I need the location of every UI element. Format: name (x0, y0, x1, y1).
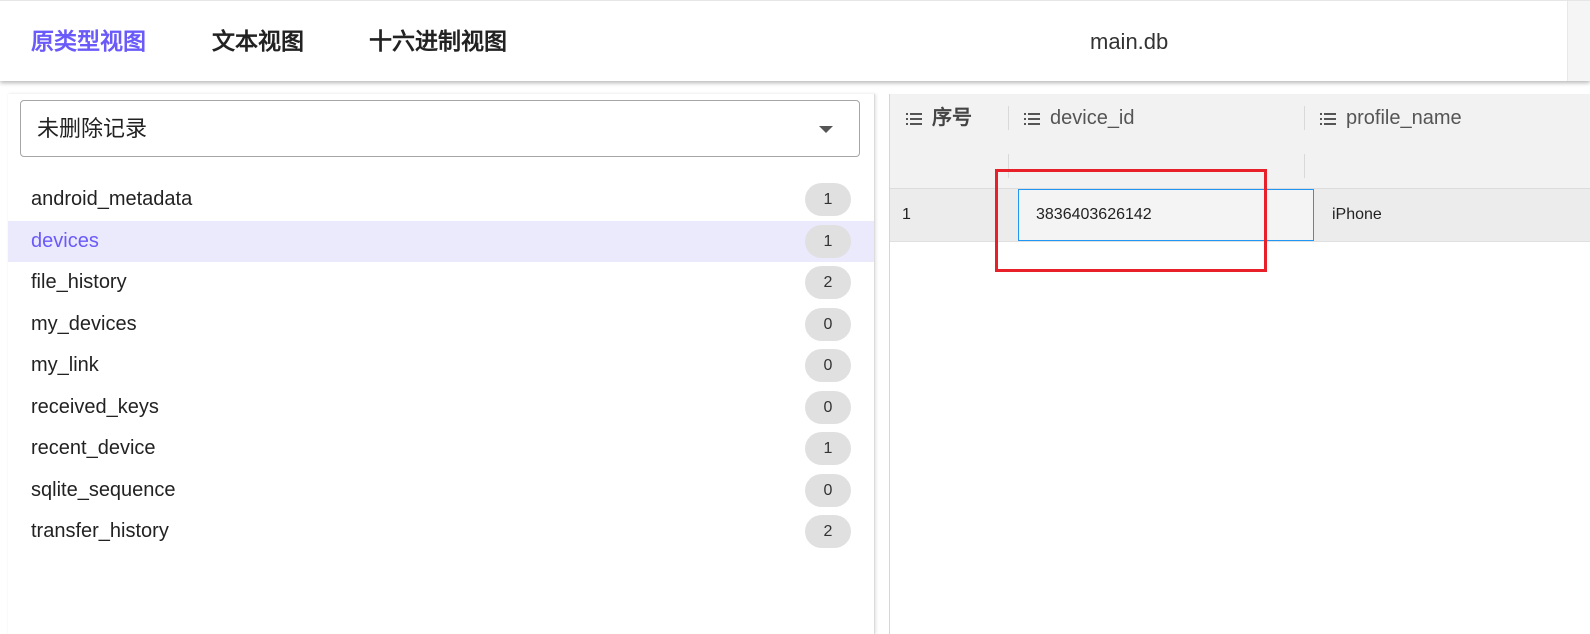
list-item-received-keys[interactable]: received_keys 0 (8, 387, 874, 429)
list-icon[interactable] (1024, 113, 1040, 128)
grid-filter-row[interactable] (890, 142, 1590, 189)
column-header-index[interactable]: 序号 (890, 94, 1008, 142)
tab-text-view[interactable]: 文本视图 (212, 23, 304, 59)
table-sidebar: 未删除记录 android_metadata 1 devices 1 file_… (8, 94, 875, 634)
count-badge: 0 (805, 390, 851, 424)
grid-header: 序号 device_id profile_name (890, 94, 1590, 143)
list-item-transfer-history[interactable]: transfer_history 2 (8, 511, 874, 553)
record-filter-value: 未删除记录 (37, 116, 148, 141)
record-filter-select[interactable]: 未删除记录 (20, 100, 860, 157)
list-item-my-devices[interactable]: my_devices 0 (8, 304, 874, 346)
chevron-down-icon[interactable] (819, 126, 833, 133)
list-item-android-metadata[interactable]: android_metadata 1 (8, 179, 874, 221)
column-header-device-id[interactable]: device_id (1008, 94, 1304, 142)
list-icon[interactable] (906, 113, 922, 128)
list-item-recent-device[interactable]: recent_device 1 (8, 428, 874, 470)
table-name: file_history (31, 271, 127, 293)
database-title: main.db (1090, 29, 1169, 54)
count-badge: 0 (805, 349, 851, 382)
scrollbar[interactable] (1567, 1, 1590, 81)
data-grid: 序号 device_id profile_name 1 383640362614… (889, 94, 1590, 634)
cell-profile-name[interactable]: iPhone (1332, 189, 1382, 241)
table-list: android_metadata 1 devices 1 file_histor… (8, 179, 874, 553)
tab-hex-view[interactable]: 十六进制视图 (369, 23, 507, 59)
count-badge: 0 (805, 307, 851, 341)
list-item-sqlite-sequence[interactable]: sqlite_sequence 0 (8, 470, 874, 512)
top-bar: 原类型视图 文本视图 十六进制视图 main.db (0, 0, 1590, 81)
column-header-label: profile_name (1346, 107, 1462, 129)
table-name: my_link (31, 354, 99, 376)
column-header-profile-name[interactable]: profile_name (1304, 94, 1590, 142)
filter-divider (1008, 154, 1009, 178)
tab-raw-type-view[interactable]: 原类型视图 (31, 23, 146, 59)
column-header-label: 序号 (932, 107, 972, 129)
list-item-my-link[interactable]: my_link 0 (8, 345, 874, 387)
cell-device-id[interactable]: 3836403626142 (1018, 189, 1314, 241)
count-badge: 2 (805, 515, 851, 548)
table-name: devices (31, 229, 99, 252)
table-name: android_metadata (31, 188, 193, 210)
table-name: recent_device (31, 437, 156, 459)
list-icon[interactable] (1320, 113, 1336, 128)
count-badge: 1 (805, 183, 851, 216)
list-item-devices[interactable]: devices 1 (8, 220, 874, 262)
table-name: transfer_history (31, 520, 169, 542)
count-badge: 2 (805, 266, 851, 299)
cell-index[interactable]: 1 (902, 189, 911, 241)
list-item-file-history[interactable]: file_history 2 (8, 262, 874, 304)
count-badge: 1 (805, 432, 851, 465)
table-name: sqlite_sequence (31, 478, 176, 501)
table-row[interactable]: 1 3836403626142 iPhone (890, 189, 1590, 242)
table-name: received_keys (31, 395, 159, 418)
count-badge: 0 (805, 473, 851, 507)
filter-divider (1304, 154, 1305, 178)
table-name: my_devices (31, 312, 137, 335)
column-header-label: device_id (1050, 107, 1135, 129)
count-badge: 1 (805, 224, 851, 258)
